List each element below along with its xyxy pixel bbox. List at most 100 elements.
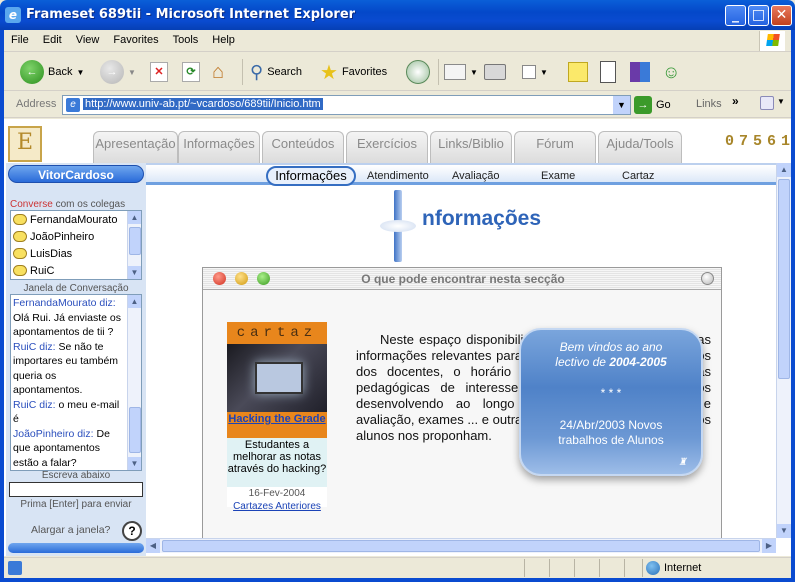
tab-forum[interactable]: Fórum (514, 131, 596, 163)
print-button[interactable] (484, 58, 506, 86)
collapse-dot-icon[interactable] (701, 272, 714, 285)
back-dropdown-icon[interactable]: ▼ (76, 68, 84, 77)
menu-view[interactable]: View (69, 30, 107, 46)
page-icon: e (66, 98, 80, 112)
home-icon: ⌂ (212, 60, 225, 83)
messenger-button[interactable]: ☺ (662, 58, 680, 86)
subnav-avaliacao[interactable]: Avaliação (452, 170, 500, 182)
contact-name: RuiC (30, 264, 55, 277)
address-dropdown-icon[interactable]: ▼ (613, 96, 630, 114)
tab-ajuda-tools[interactable]: Ajuda/Tools (598, 131, 682, 163)
info-panel-title: O que pode encontrar nesta secção (361, 272, 565, 286)
scroll-up-icon[interactable]: ▲ (777, 163, 791, 177)
site-logo[interactable]: E (8, 126, 42, 162)
scroll-left-icon[interactable]: ◀ (146, 539, 160, 553)
tab-informacoes[interactable]: Informações (178, 131, 260, 163)
sidebar-footer-bar (8, 543, 144, 553)
translate-icon[interactable] (760, 96, 774, 110)
subnav-exame[interactable]: Exame (541, 170, 575, 182)
home-button[interactable]: ⌂ (212, 58, 224, 86)
translate-dropdown-icon[interactable]: ▼ (777, 97, 785, 106)
contact-item[interactable]: LuisDias (11, 245, 141, 262)
history-button[interactable] (406, 58, 430, 86)
forward-dropdown-icon[interactable]: ▼ (128, 68, 136, 77)
scroll-down-icon[interactable]: ▼ (128, 266, 141, 279)
contact-item[interactable]: FernandaMourato (11, 211, 141, 228)
address-url[interactable]: http://www.univ-ab.pt/~vcardoso/689tii/I… (83, 98, 323, 110)
enlarge-window-label[interactable]: Alargar a janela? (31, 524, 110, 536)
messenger-icon: ☺ (662, 61, 681, 82)
links-chevron-icon[interactable]: » (732, 94, 739, 108)
scroll-thumb[interactable] (129, 227, 141, 255)
chat-window-label: Janela de Conversação (23, 283, 129, 294)
messenger-page-button[interactable] (600, 58, 616, 86)
go-button[interactable]: → Go (634, 96, 671, 114)
poster: cartaz Hacking the Grade Estudantes a me… (227, 322, 327, 512)
news-welcome-line2: lectivo de 2004-2005 (521, 355, 701, 369)
links-label[interactable]: Links (696, 98, 722, 110)
frame-vertical-scrollbar[interactable]: ▲ ▼ (776, 163, 791, 538)
phone-icon (600, 61, 616, 83)
refresh-button[interactable]: ⟳ (182, 58, 200, 86)
converse-label: Converse com os colegas (10, 199, 125, 210)
subnav-atendimento[interactable]: Atendimento (367, 170, 429, 182)
edit-button[interactable]: ▼ (522, 58, 548, 86)
chat-scrollbar[interactable]: ▲ ▼ (127, 295, 141, 470)
scroll-up-icon[interactable]: ▲ (128, 295, 141, 308)
news-welcome-line1: Bem vindos ao ano (559, 340, 663, 354)
address-input[interactable]: e http://www.univ-ab.pt/~vcardoso/689tii… (62, 95, 631, 115)
edit-page-icon (522, 65, 536, 79)
scroll-down-icon[interactable]: ▼ (777, 524, 791, 538)
scroll-thumb[interactable] (129, 407, 141, 453)
search-button[interactable]: ⚲ Search (250, 58, 302, 86)
scroll-thumb[interactable] (778, 179, 790, 379)
tab-exercicios[interactable]: Exercícios (346, 131, 428, 163)
mail-button[interactable]: ▼ (444, 58, 478, 86)
menu-file[interactable]: File (4, 30, 36, 46)
history-icon (406, 60, 430, 84)
maximize-button[interactable]: □ (748, 5, 769, 26)
subnav-informacoes[interactable]: Informações (266, 166, 356, 186)
stop-button[interactable]: ✕ (150, 58, 168, 86)
chat-log[interactable]: FernandaMourato diz: Olá Rui. Já enviast… (10, 294, 142, 471)
close-button[interactable]: ✕ (771, 5, 792, 26)
contact-item[interactable]: JoãoPinheiro (11, 228, 141, 245)
scroll-thumb[interactable] (162, 540, 760, 552)
tab-conteudos[interactable]: Conteúdos (262, 131, 344, 163)
contact-list[interactable]: FernandaMourato JoãoPinheiro LuisDias Ru… (10, 210, 142, 280)
scroll-right-icon[interactable]: ▶ (762, 539, 776, 553)
poster-link[interactable]: Hacking the Grade (227, 412, 327, 438)
username-bar[interactable]: VitorCardoso (8, 165, 144, 183)
tab-apresentacao[interactable]: Apresentação (93, 131, 178, 163)
message-input[interactable] (9, 482, 143, 497)
tab-links-biblio[interactable]: Links/Biblio (430, 131, 512, 163)
title-bar: e Frameset 689tii - Microsoft Internet E… (0, 0, 795, 30)
contact-scrollbar[interactable]: ▲ ▼ (127, 211, 141, 279)
menu-bar: File Edit View Favorites Tools Help (4, 30, 791, 52)
news-item-line2: trabalhos de Alunos (558, 433, 664, 447)
minimize-button[interactable]: _ (725, 5, 746, 26)
subnav-cartaz[interactable]: Cartaz (622, 170, 654, 182)
info-panel-titlebar: O que pode encontrar nesta secção (203, 268, 721, 290)
menu-edit[interactable]: Edit (36, 30, 69, 46)
previous-posters-link[interactable]: Cartazes Anteriores (227, 501, 327, 512)
poster-date: 16-Fev-2004 (248, 488, 306, 499)
menu-help[interactable]: Help (205, 30, 242, 46)
news-panel[interactable]: Bem vindos ao ano lectivo de 2004-2005 *… (519, 328, 703, 476)
back-button[interactable]: ← Back ▼ (20, 58, 84, 86)
notes-button[interactable] (568, 58, 588, 86)
favorites-button[interactable]: ★ Favorites (320, 58, 387, 86)
poster-image[interactable] (227, 344, 327, 412)
forward-button[interactable]: → ▼ (100, 58, 136, 86)
contact-name: JoãoPinheiro (30, 230, 95, 243)
contact-item[interactable]: RuiC (11, 262, 141, 279)
scroll-up-icon[interactable]: ▲ (128, 211, 141, 224)
research-button[interactable] (630, 58, 650, 86)
frame-horizontal-scrollbar[interactable]: ◀ ▶ (146, 538, 776, 553)
help-button[interactable]: ? (122, 521, 142, 541)
chat-message: FernandaMourato diz: Olá Rui. Já enviast… (13, 296, 125, 340)
news-scroll-icon[interactable]: ♜ (678, 457, 687, 468)
menu-tools[interactable]: Tools (166, 30, 206, 46)
scroll-down-icon[interactable]: ▼ (128, 457, 141, 470)
menu-favorites[interactable]: Favorites (106, 30, 165, 46)
